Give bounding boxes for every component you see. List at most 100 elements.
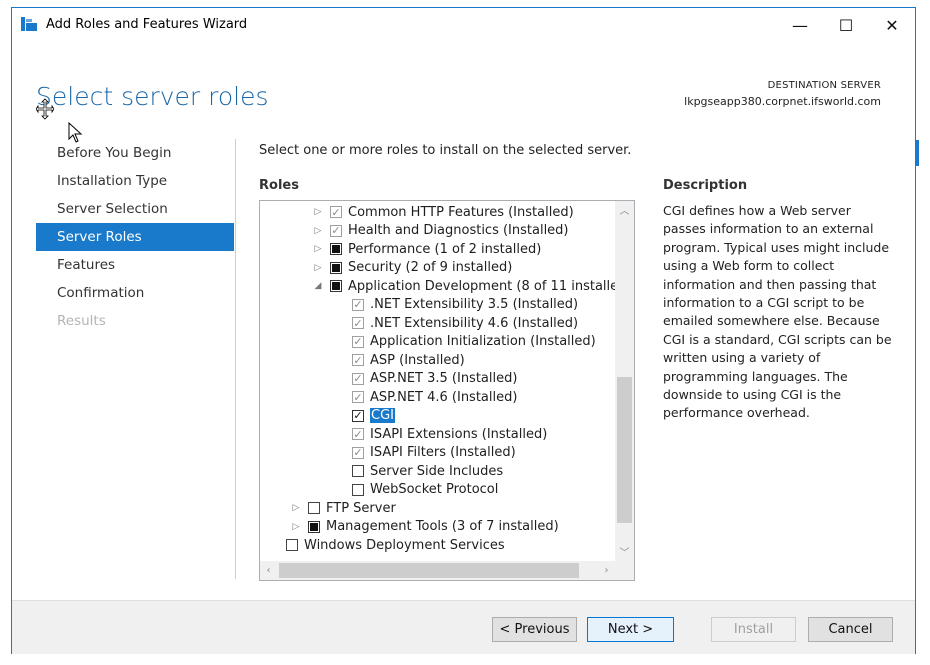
role-label[interactable]: Server Side Includes xyxy=(370,464,503,479)
role-row[interactable]: ▷✓CGI xyxy=(260,407,615,426)
vertical-scrollbar[interactable]: ︿ ﹀ xyxy=(615,201,634,562)
collapse-arrow-icon[interactable]: ◢ xyxy=(312,281,324,291)
role-row[interactable]: ▷ ✓ Health and Diagnostics (Installed) xyxy=(260,222,615,241)
role-checkbox[interactable] xyxy=(330,261,342,274)
role-checkbox[interactable] xyxy=(330,243,342,256)
maximize-button[interactable]: ☐ xyxy=(823,8,869,42)
page-title: Select server roles xyxy=(36,82,269,111)
role-label[interactable]: WebSocket Protocol xyxy=(370,482,498,497)
nav-item-server-selection[interactable]: Server Selection xyxy=(36,195,234,223)
role-label[interactable]: Health and Diagnostics (Installed) xyxy=(348,223,569,238)
nav-item-confirmation[interactable]: Confirmation xyxy=(36,279,234,307)
role-label[interactable]: .NET Extensibility 3.5 (Installed) xyxy=(370,297,578,312)
role-checkbox[interactable]: ✓ xyxy=(352,446,364,459)
role-row[interactable]: ▷✓.NET Extensibility 4.6 (Installed) xyxy=(260,314,615,333)
scroll-right-icon[interactable]: › xyxy=(598,561,615,580)
role-row[interactable]: ◢ Application Development (8 of 11 instal… xyxy=(260,277,615,296)
role-row[interactable]: ▷✓ISAPI Filters (Installed) xyxy=(260,444,615,463)
wizard-content: Select server roles DESTINATION SERVER l… xyxy=(12,42,915,600)
wizard-footer: < Previous Next > Install Cancel xyxy=(12,600,915,654)
scroll-down-icon[interactable]: ﹀ xyxy=(615,545,634,562)
scroll-left-icon[interactable]: ‹ xyxy=(260,561,277,580)
role-row[interactable]: ▷✓ASP.NET 4.6 (Installed) xyxy=(260,388,615,407)
description-heading: Description xyxy=(663,178,748,193)
role-row[interactable]: ▷✓ASP (Installed) xyxy=(260,351,615,370)
role-checkbox[interactable] xyxy=(352,465,364,478)
role-checkbox[interactable] xyxy=(308,502,320,515)
role-label[interactable]: FTP Server xyxy=(326,501,396,516)
role-label[interactable]: ASP.NET 3.5 (Installed) xyxy=(370,371,517,386)
role-label[interactable]: Windows Deployment Services xyxy=(304,538,505,553)
role-checkbox[interactable]: ✓ xyxy=(352,335,364,348)
previous-button[interactable]: < Previous xyxy=(492,617,577,642)
roles-tree-box: ▷ ✓ Common HTTP Features (Installed) ▷ ✓ Heal… xyxy=(259,200,635,581)
wizard-window: Add Roles and Features Wizard — ☐ ✕ Sele… xyxy=(11,7,916,654)
role-checkbox[interactable]: ✓ xyxy=(352,409,364,422)
next-button[interactable]: Next > xyxy=(587,617,674,642)
role-label[interactable]: CGI xyxy=(370,408,395,424)
role-row[interactable]: ▷Server Side Includes xyxy=(260,462,615,481)
close-button[interactable]: ✕ xyxy=(869,8,915,42)
role-label[interactable]: Security (2 of 9 installed) xyxy=(348,260,512,275)
role-row[interactable]: ▷ Management Tools (3 of 7 installed) xyxy=(260,518,615,537)
role-label[interactable]: Application Initialization (Installed) xyxy=(370,334,596,349)
expand-arrow-icon[interactable]: ▷ xyxy=(312,263,324,273)
nav-item-server-roles[interactable]: Server Roles xyxy=(36,223,234,251)
role-checkbox[interactable]: ✓ xyxy=(352,298,364,311)
horizontal-scroll-thumb[interactable] xyxy=(279,563,579,578)
role-label[interactable]: Performance (1 of 2 installed) xyxy=(348,242,541,257)
role-checkbox[interactable] xyxy=(308,520,320,533)
expand-arrow-icon[interactable]: ▷ xyxy=(312,226,324,236)
expand-arrow-icon[interactable]: ▷ xyxy=(290,522,302,532)
role-row[interactable]: ▷✓Application Initialization (Installed) xyxy=(260,333,615,352)
role-checkbox[interactable]: ✓ xyxy=(352,372,364,385)
roles-tree[interactable]: ▷ ✓ Common HTTP Features (Installed) ▷ ✓ Heal… xyxy=(260,203,615,562)
roles-heading: Roles xyxy=(259,178,299,193)
role-label[interactable]: .NET Extensibility 4.6 (Installed) xyxy=(370,316,578,331)
role-checkbox[interactable]: ✓ xyxy=(352,428,364,441)
role-row[interactable]: ▷ Security (2 of 9 installed) xyxy=(260,259,615,278)
role-checkbox[interactable]: ✓ xyxy=(330,206,342,219)
role-row[interactable]: ▷ ✓ Common HTTP Features (Installed) xyxy=(260,203,615,222)
move-cursor-icon xyxy=(36,98,54,120)
nav-item-features[interactable]: Features xyxy=(36,251,234,279)
role-label[interactable]: Management Tools (3 of 7 installed) xyxy=(326,519,559,534)
minimize-button[interactable]: — xyxy=(777,8,823,42)
expand-arrow-icon[interactable]: ▷ xyxy=(312,207,324,217)
role-row[interactable]: ▷✓ISAPI Extensions (Installed) xyxy=(260,425,615,444)
role-checkbox[interactable]: ✓ xyxy=(352,354,364,367)
expand-arrow-icon[interactable]: ▷ xyxy=(290,503,302,513)
role-label[interactable]: ISAPI Filters (Installed) xyxy=(370,445,516,460)
expand-arrow-icon[interactable]: ▷ xyxy=(312,244,324,254)
scrollbar-corner xyxy=(615,561,634,580)
role-row[interactable]: ▷WebSocket Protocol xyxy=(260,481,615,500)
role-row[interactable]: ▷ FTP Server xyxy=(260,499,615,518)
arrow-cursor-icon xyxy=(68,122,83,143)
role-label[interactable]: Application Development (8 of 11 install… xyxy=(348,279,615,294)
cancel-button[interactable]: Cancel xyxy=(808,617,893,642)
role-label[interactable]: ASP (Installed) xyxy=(370,353,465,368)
role-row[interactable]: ▷✓ASP.NET 3.5 (Installed) xyxy=(260,370,615,389)
title-bar[interactable]: Add Roles and Features Wizard — ☐ ✕ xyxy=(12,8,915,42)
role-row[interactable]: ▷ Performance (1 of 2 installed) xyxy=(260,240,615,259)
role-checkbox[interactable]: ✓ xyxy=(330,224,342,237)
horizontal-scrollbar[interactable]: ‹ › xyxy=(260,561,615,580)
role-row[interactable]: ▷Windows Deployment Services xyxy=(260,536,615,555)
role-checkbox[interactable]: ✓ xyxy=(352,391,364,404)
scroll-up-icon[interactable]: ︿ xyxy=(615,203,634,220)
window-title: Add Roles and Features Wizard xyxy=(46,17,248,32)
nav-item-installation-type[interactable]: Installation Type xyxy=(36,167,234,195)
role-label[interactable]: ISAPI Extensions (Installed) xyxy=(370,427,547,442)
role-checkbox[interactable] xyxy=(352,483,364,496)
role-label[interactable]: ASP.NET 4.6 (Installed) xyxy=(370,390,517,405)
vertical-scroll-thumb[interactable] xyxy=(617,377,632,523)
role-row[interactable]: ▷✓.NET Extensibility 3.5 (Installed) xyxy=(260,296,615,315)
role-checkbox[interactable] xyxy=(286,539,298,552)
instructions-text: Select one or more roles to install on t… xyxy=(259,143,632,158)
role-checkbox[interactable] xyxy=(330,280,342,293)
role-checkbox[interactable]: ✓ xyxy=(352,317,364,330)
nav-item-results: Results xyxy=(57,313,106,329)
role-label[interactable]: Common HTTP Features (Installed) xyxy=(348,205,574,220)
install-button: Install xyxy=(711,617,796,642)
nav-item-before-you-begin[interactable]: Before You Begin xyxy=(36,139,234,167)
